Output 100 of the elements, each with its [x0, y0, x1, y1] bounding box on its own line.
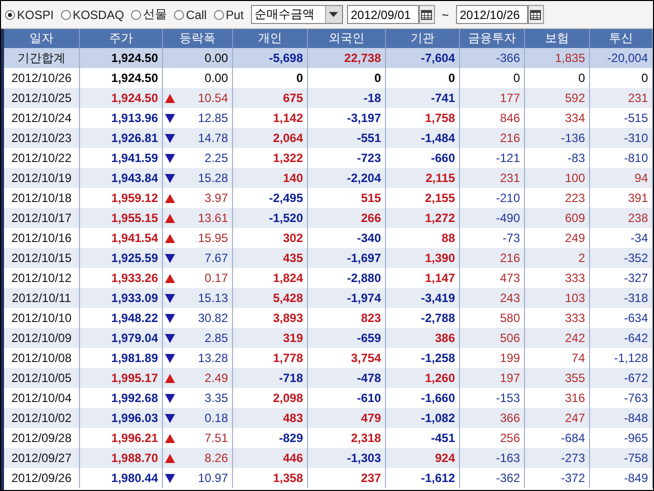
column-header[interactable]: 기관: [386, 29, 460, 48]
value-cell: 242: [525, 328, 590, 348]
value-cell: -5,698: [233, 48, 308, 68]
change-value: 8.26: [204, 451, 228, 465]
value-cell: 924: [386, 448, 460, 468]
column-header[interactable]: 투신: [590, 29, 653, 48]
value-cell: 177: [460, 88, 525, 108]
column-header[interactable]: 등락폭: [163, 29, 233, 48]
down-triangle-icon: [165, 294, 175, 302]
column-header[interactable]: 보험: [525, 29, 590, 48]
change-value: 2.25: [204, 151, 228, 165]
down-triangle-icon: [165, 174, 175, 182]
change-value: 15.28: [198, 171, 228, 185]
price-cell: 1,996.03: [80, 408, 163, 428]
value-cell: 197: [460, 368, 525, 388]
value-cell: -758: [590, 448, 653, 468]
range-separator: ~: [440, 8, 450, 22]
value-cell: 100: [525, 168, 590, 188]
value-cell: 266: [308, 208, 386, 228]
column-header[interactable]: 금융투자: [460, 29, 525, 48]
value-cell: 216: [460, 128, 525, 148]
column-header[interactable]: 일자: [4, 29, 80, 48]
measure-dropdown[interactable]: 순매수금액: [250, 5, 343, 24]
price-cell: 1,925.59: [80, 248, 163, 268]
value-cell: 479: [308, 408, 386, 428]
calendar-button[interactable]: [528, 5, 544, 24]
market-radio[interactable]: 선물: [131, 6, 168, 23]
value-cell: 216: [460, 248, 525, 268]
down-triangle-icon: [165, 394, 175, 402]
market-radio[interactable]: KOSDAQ: [60, 8, 124, 22]
change-value: 10.97: [198, 471, 228, 485]
value-cell: 355: [525, 368, 590, 388]
column-header[interactable]: 개인: [233, 29, 308, 48]
date-cell: 2012/10/15: [4, 248, 80, 268]
start-date-field[interactable]: 2012/09/01: [346, 5, 419, 24]
value-cell: -273: [525, 448, 590, 468]
up-triangle-icon: [165, 274, 175, 282]
change-value: 0.00: [204, 71, 228, 85]
down-triangle-icon: [165, 474, 175, 482]
price-cell: 1,924.50: [80, 88, 163, 108]
value-cell: -18: [308, 88, 386, 108]
down-triangle-icon: [165, 154, 175, 162]
value-cell: 2,064: [233, 128, 308, 148]
value-cell: 238: [590, 208, 653, 228]
change-value: 15.13: [198, 291, 228, 305]
market-radio[interactable]: Call: [174, 8, 207, 22]
up-triangle-icon: [165, 374, 175, 382]
end-date-field[interactable]: 2012/10/26: [456, 5, 528, 24]
date-cell: 2012/10/02: [4, 408, 80, 428]
calendar-button[interactable]: [418, 5, 435, 24]
column-header[interactable]: 주가: [80, 29, 163, 48]
up-triangle-icon: [165, 434, 175, 442]
down-triangle-icon: [165, 314, 175, 322]
value-cell: -3,419: [386, 288, 460, 308]
value-cell: 483: [233, 408, 308, 428]
change-value: 3.97: [204, 191, 228, 205]
down-triangle-icon: [165, 354, 175, 362]
down-triangle-icon: [165, 134, 175, 142]
value-cell: 319: [233, 328, 308, 348]
value-cell: 22,738: [308, 48, 386, 68]
value-cell: -741: [386, 88, 460, 108]
value-cell: -642: [590, 328, 653, 348]
date-cell: 2012/10/17: [4, 208, 80, 228]
value-cell: -1,520: [233, 208, 308, 228]
change-value: 12.85: [198, 111, 228, 125]
price-cell: 1,979.04: [80, 328, 163, 348]
up-triangle-icon: [165, 214, 175, 222]
value-cell: 386: [386, 328, 460, 348]
value-cell: 592: [525, 88, 590, 108]
value-cell: -20,004: [590, 48, 653, 68]
change-value: 0.18: [204, 411, 228, 425]
value-cell: -848: [590, 408, 653, 428]
market-radio[interactable]: Put: [214, 8, 244, 22]
value-cell: -478: [308, 368, 386, 388]
value-cell: -1,303: [308, 448, 386, 468]
date-cell: 2012/10/25: [4, 88, 80, 108]
change-value: 0.17: [204, 271, 228, 285]
date-cell: 2012/10/09: [4, 328, 80, 348]
date-cell: 2012/10/19: [4, 168, 80, 188]
down-triangle-icon: [165, 114, 175, 122]
value-cell: -7,604: [386, 48, 460, 68]
value-cell: -366: [460, 48, 525, 68]
date-cell: 2012/10/11: [4, 288, 80, 308]
value-cell: -1,697: [308, 248, 386, 268]
change-value: 13.61: [198, 211, 228, 225]
date-cell: 기간합계: [4, 48, 80, 68]
value-cell: 435: [233, 248, 308, 268]
value-cell: -1,082: [386, 408, 460, 428]
value-cell: 609: [525, 208, 590, 228]
change-value: 10.54: [198, 91, 228, 105]
down-triangle-icon: [165, 414, 175, 422]
value-cell: 366: [460, 408, 525, 428]
market-radio[interactable]: KOSPI: [5, 8, 54, 22]
column-header[interactable]: 외국인: [308, 29, 386, 48]
value-cell: 231: [590, 88, 653, 108]
value-cell: -2,204: [308, 168, 386, 188]
value-cell: 1,390: [386, 248, 460, 268]
value-cell: 243: [460, 288, 525, 308]
change-value: 13.28: [198, 351, 228, 365]
value-cell: -352: [590, 248, 653, 268]
